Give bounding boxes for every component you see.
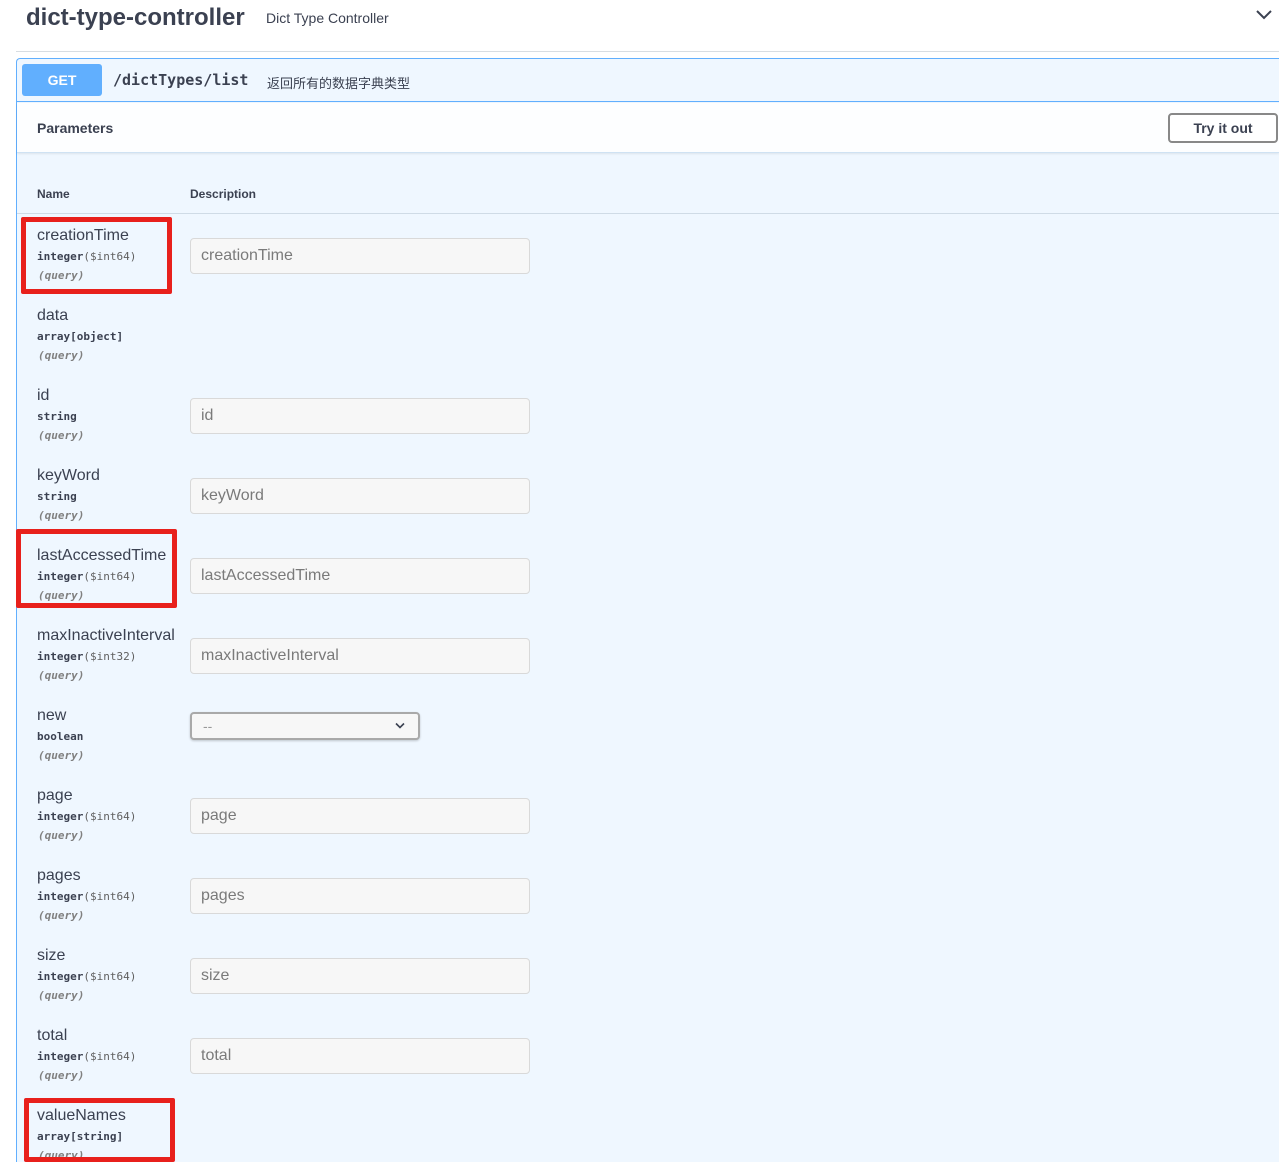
- parameter-row: creationTime integer($int64) (query): [17, 227, 1279, 307]
- parameter-location: (query): [38, 1149, 85, 1162]
- parameter-name: pages: [37, 867, 81, 884]
- parameter-type: integer($int64): [37, 970, 137, 983]
- parameter-name: creationTime: [37, 227, 129, 244]
- parameter-type: integer($int32): [37, 650, 137, 663]
- parameter-type: string: [37, 490, 77, 503]
- parameter-row: pages integer($int64) (query): [17, 867, 1279, 947]
- parameter-type: integer($int64): [37, 570, 137, 583]
- parameters-header: Parameters Try it out: [17, 103, 1279, 153]
- parameter-row: page integer($int64) (query): [17, 787, 1279, 867]
- parameter-row: new boolean (query) --: [17, 707, 1279, 787]
- parameter-row: total integer($int64) (query): [17, 1027, 1279, 1107]
- column-header-name: Name: [37, 187, 70, 201]
- size-input[interactable]: [190, 958, 530, 994]
- parameter-name: lastAccessedTime: [37, 547, 167, 564]
- parameter-name: keyWord: [37, 467, 100, 484]
- id-input[interactable]: [190, 398, 530, 434]
- new-select[interactable]: --: [190, 712, 420, 740]
- parameter-name: new: [37, 707, 67, 724]
- parameter-type: boolean: [37, 730, 84, 743]
- last-accessed-time-input[interactable]: [190, 558, 530, 594]
- parameter-row: size integer($int64) (query): [17, 947, 1279, 1027]
- parameter-type: integer($int64): [37, 250, 137, 263]
- parameter-name: valueNames: [37, 1107, 126, 1124]
- total-input[interactable]: [190, 1038, 530, 1074]
- pages-input[interactable]: [190, 878, 530, 914]
- parameter-location: (query): [38, 269, 85, 282]
- controller-header[interactable]: dict-type-controller Dict Type Controlle…: [16, 0, 1279, 52]
- controller-description: Dict Type Controller: [266, 10, 389, 26]
- parameter-type: array[object]: [37, 330, 124, 343]
- parameter-location: (query): [38, 909, 85, 922]
- parameter-location: (query): [38, 829, 85, 842]
- parameter-location: (query): [38, 669, 85, 682]
- parameter-name: maxInactiveInterval: [37, 627, 175, 644]
- parameter-location: (query): [38, 509, 85, 522]
- parameter-location: (query): [38, 429, 85, 442]
- parameter-type: integer($int64): [37, 1050, 137, 1063]
- parameter-name: size: [37, 947, 66, 964]
- operation-summary-text: 返回所有的数据字典类型: [267, 76, 411, 91]
- parameter-type: array[string]: [37, 1130, 124, 1143]
- parameter-location: (query): [38, 589, 85, 602]
- parameter-type: string: [37, 410, 77, 423]
- parameter-location: (query): [38, 749, 85, 762]
- header-divider: [17, 213, 1279, 214]
- chevron-down-icon[interactable]: [1255, 8, 1273, 22]
- parameter-type: integer($int64): [37, 890, 137, 903]
- parameter-row: id string (query): [17, 387, 1279, 467]
- parameter-name: id: [37, 387, 50, 404]
- max-inactive-interval-input[interactable]: [190, 638, 530, 674]
- parameter-location: (query): [38, 989, 85, 1002]
- chevron-down-icon: [395, 722, 405, 729]
- parameter-name: total: [37, 1027, 68, 1044]
- method-badge: GET: [22, 64, 102, 96]
- parameters-title: Parameters: [37, 120, 114, 136]
- creation-time-input[interactable]: [190, 238, 530, 274]
- parameter-row: keyWord string (query): [17, 467, 1279, 547]
- select-value: --: [203, 718, 213, 734]
- operation-summary[interactable]: GET /dictTypes/list 返回所有的数据字典类型: [17, 59, 1279, 102]
- parameter-location: (query): [38, 349, 85, 362]
- controller-title: dict-type-controller: [26, 4, 245, 31]
- parameter-row: maxInactiveInterval integer($int32) (que…: [17, 627, 1279, 707]
- page-input[interactable]: [190, 798, 530, 834]
- keyword-input[interactable]: [190, 478, 530, 514]
- operation-block: GET /dictTypes/list 返回所有的数据字典类型 Paramete…: [16, 58, 1279, 1162]
- try-it-out-button[interactable]: Try it out: [1168, 113, 1278, 143]
- parameter-row: data array[object] (query): [17, 307, 1279, 387]
- parameter-type: integer($int64): [37, 810, 137, 823]
- parameter-row: valueNames array[string] (query): [17, 1107, 1279, 1162]
- operation-path: /dictTypes/list: [113, 71, 249, 89]
- parameter-location: (query): [38, 1069, 85, 1082]
- column-header-description: Description: [190, 187, 257, 201]
- parameter-row: lastAccessedTime integer($int64) (query): [17, 547, 1279, 627]
- parameter-name: data: [37, 307, 69, 324]
- parameter-name: page: [37, 787, 73, 804]
